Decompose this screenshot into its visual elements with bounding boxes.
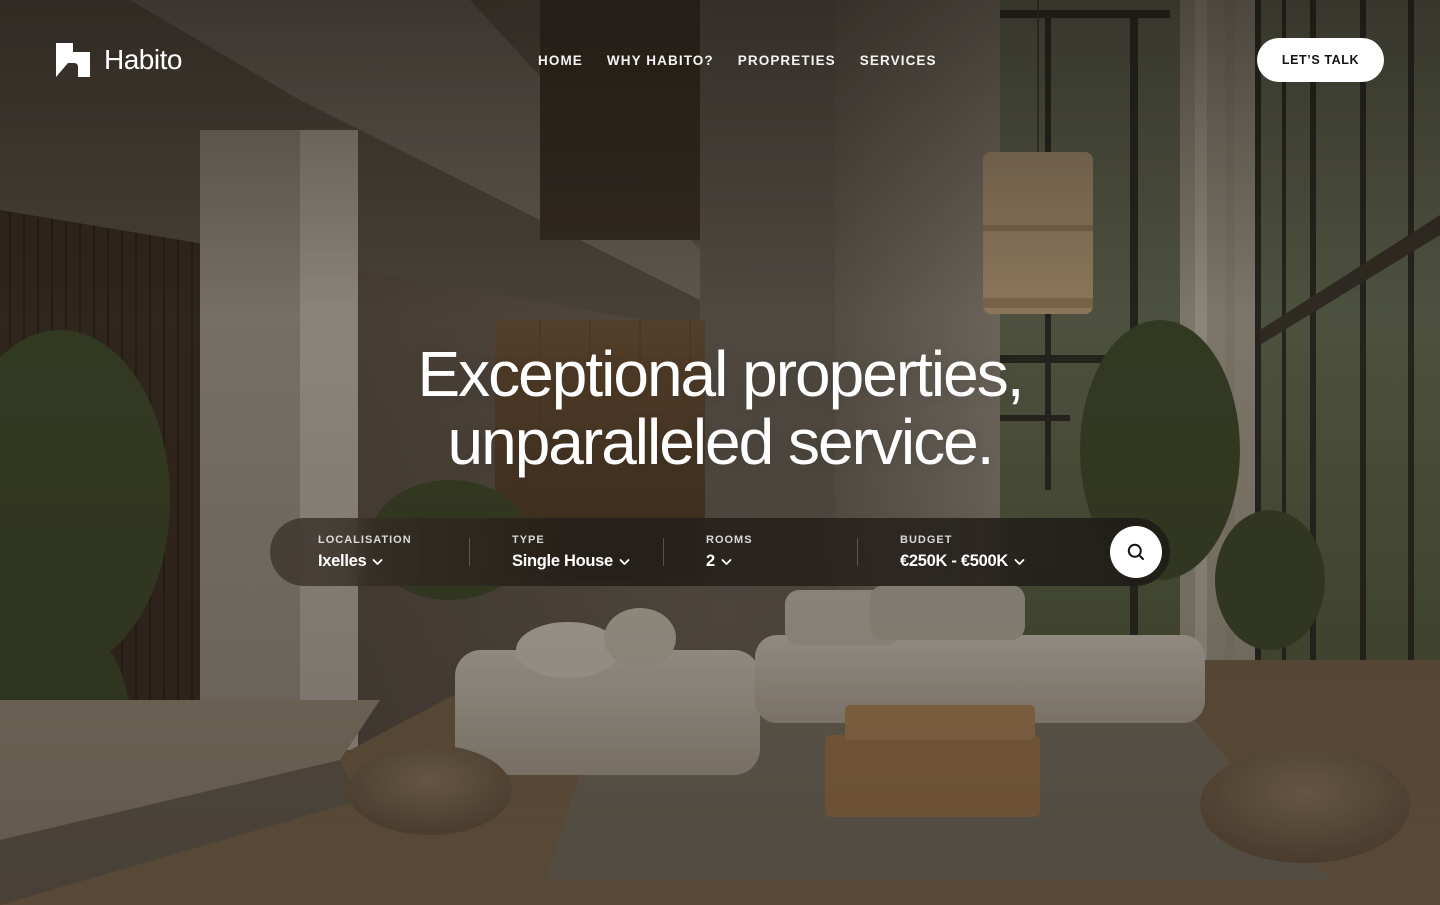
field-divider <box>469 538 470 566</box>
habito-logo-icon <box>56 43 90 77</box>
budget-dropdown[interactable]: BUDGET €250K - €500K <box>900 533 1025 571</box>
chevron-down-icon <box>619 559 630 565</box>
localisation-label: LOCALISATION <box>318 534 412 546</box>
budget-value: €250K - €500K <box>900 552 1009 570</box>
type-label: TYPE <box>512 534 545 546</box>
chevron-down-icon <box>721 559 732 565</box>
brand-name: Habito <box>104 44 182 75</box>
rooms-value: 2 <box>706 552 715 570</box>
main-nav: HOME WHY HABITO? PROPRETIES SERVICES <box>538 52 937 69</box>
site-header: Habito HOME WHY HABITO? PROPRETIES SERVI… <box>0 0 1440 120</box>
nav-item-properties[interactable]: PROPRETIES <box>738 52 836 69</box>
lets-talk-button[interactable]: LET’S TALK <box>1257 38 1384 82</box>
search-icon <box>1127 543 1144 560</box>
hero-title-line-1: Exceptional properties, <box>417 338 1024 410</box>
brand-logo[interactable]: Habito <box>56 43 182 77</box>
hero-title: Exceptional properties, unparalleled ser… <box>0 340 1440 476</box>
field-divider <box>857 538 858 566</box>
type-value: Single House <box>512 552 613 570</box>
rooms-label: ROOMS <box>706 534 753 546</box>
property-search-bar: LOCALISATION Ixelles TYPE Single House R… <box>270 518 1170 586</box>
chevron-down-icon <box>372 559 383 565</box>
budget-label: BUDGET <box>900 534 953 546</box>
localisation-value: Ixelles <box>318 552 367 570</box>
field-divider <box>663 538 664 566</box>
search-button[interactable] <box>1110 526 1162 578</box>
rooms-dropdown[interactable]: ROOMS 2 <box>706 533 753 571</box>
nav-item-home[interactable]: HOME <box>538 52 583 69</box>
hero-title-line-2: unparalleled service. <box>447 406 995 478</box>
nav-item-why-habito[interactable]: WHY HABITO? <box>607 52 714 69</box>
nav-item-services[interactable]: SERVICES <box>860 52 937 69</box>
type-dropdown[interactable]: TYPE Single House <box>512 533 630 571</box>
localisation-dropdown[interactable]: LOCALISATION Ixelles <box>318 533 412 571</box>
chevron-down-icon <box>1014 559 1025 565</box>
